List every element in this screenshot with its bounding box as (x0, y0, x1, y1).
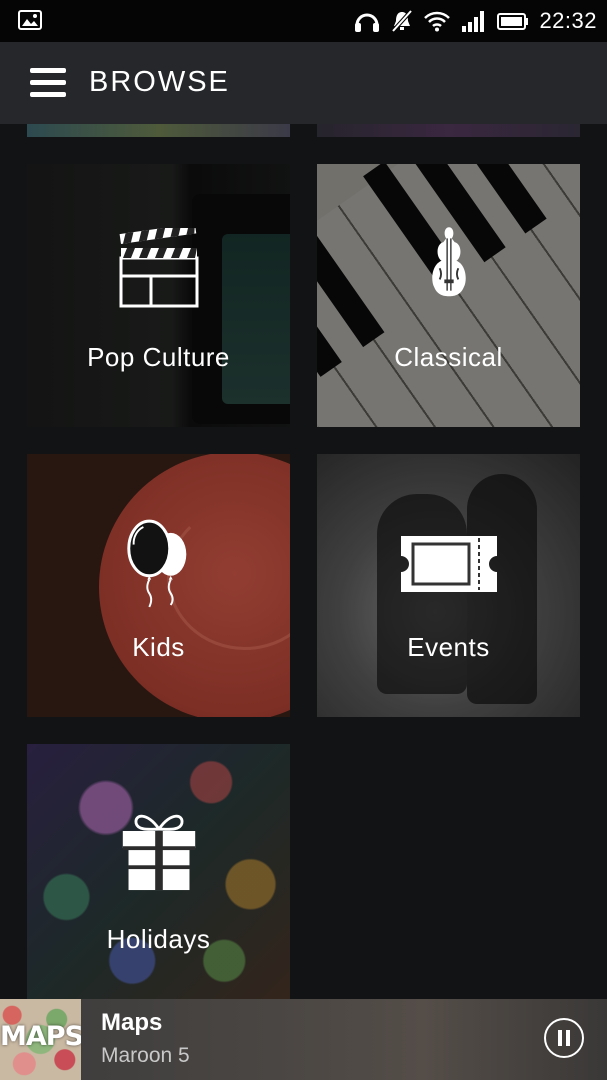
category-label: Events (407, 632, 490, 662)
pause-button[interactable] (544, 1018, 584, 1058)
category-tile-holidays[interactable]: Holidays (27, 744, 290, 999)
clapperboard-icon (119, 228, 198, 308)
track-artist: Maroon 5 (101, 1044, 190, 1067)
status-bar: 22:32 (0, 0, 607, 42)
partial-tile-left[interactable] (27, 124, 290, 137)
now-playing-bar[interactable]: MAPS Maps Maroon 5 (0, 999, 607, 1080)
battery-icon (497, 13, 529, 30)
category-label: Holidays (106, 924, 211, 954)
balloons-icon (126, 519, 186, 608)
category-label: Classical (394, 342, 503, 372)
category-tile-classical[interactable]: Classical (317, 164, 580, 427)
hamburger-menu-icon[interactable] (30, 68, 66, 98)
page-title: BROWSE (89, 66, 230, 98)
partial-tile-right[interactable] (317, 124, 580, 137)
gift-icon (122, 814, 195, 891)
album-cover-text: MAPS (0, 1021, 81, 1052)
album-cover[interactable]: MAPS (0, 999, 81, 1080)
app-bar: BROWSE (0, 42, 607, 124)
signal-icon (462, 11, 485, 32)
image-notification-icon (18, 10, 42, 30)
category-tile-pop-culture[interactable]: Pop Culture (27, 164, 290, 427)
track-title: Maps (101, 1009, 163, 1036)
headphones-icon (355, 13, 380, 32)
ticket-icon (400, 536, 497, 592)
mute-icon (391, 9, 413, 33)
category-tile-events[interactable]: Events (317, 454, 580, 717)
wifi-icon (424, 11, 451, 32)
category-label: Kids (132, 632, 185, 662)
category-label: Pop Culture (87, 342, 230, 372)
violin-icon (431, 227, 466, 297)
category-tile-kids[interactable]: Kids (27, 454, 290, 717)
status-time: 22:32 (539, 8, 597, 33)
